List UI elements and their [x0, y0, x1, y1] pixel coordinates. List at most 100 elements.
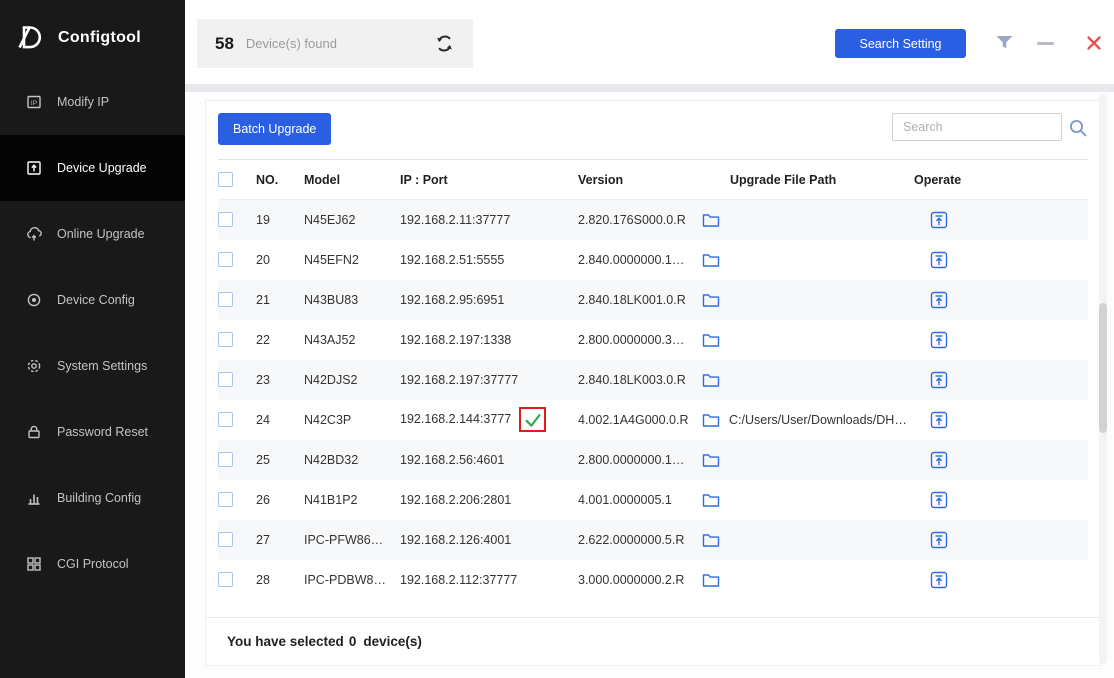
folder-icon[interactable] [702, 372, 720, 388]
sidebar-item-password-reset[interactable]: Password Reset [0, 399, 185, 465]
cell-operate [914, 200, 1088, 240]
selected-suffix: device(s) [363, 634, 422, 649]
cell-file-path [702, 360, 914, 400]
configtool-window: Configtool IP Modify IP Device Upgrade [0, 0, 1114, 678]
cell-version: 4.001.0000005.1 [578, 480, 702, 520]
table-row: 28IPC-PDBW8…192.168.2.112:377773.000.000… [218, 560, 1088, 600]
row-checkbox[interactable] [218, 532, 233, 547]
cell-version: 2.800.0000000.1… [578, 440, 702, 480]
col-ip-port: IP : Port [400, 160, 578, 200]
cell-no: 21 [256, 280, 304, 320]
row-checkbox[interactable] [218, 372, 233, 387]
refresh-icon[interactable] [434, 33, 455, 54]
cell-version: 2.820.176S000.0.R [578, 200, 702, 240]
minimize-icon[interactable] [1037, 42, 1054, 45]
card-toolbar: Batch Upgrade [206, 101, 1100, 159]
scrollbar-thumb[interactable] [1099, 303, 1107, 433]
sidebar-item-label: System Settings [57, 359, 147, 373]
cell-version: 3.000.0000000.2.R [578, 560, 702, 600]
search-setting-button[interactable]: Search Setting [835, 29, 966, 58]
folder-icon[interactable] [702, 412, 720, 428]
col-operate: Operate [914, 160, 1088, 200]
header-divider [185, 84, 1114, 92]
folder-icon[interactable] [702, 492, 720, 508]
folder-icon[interactable] [702, 452, 720, 468]
device-table-card: Batch Upgrade [205, 100, 1101, 666]
folder-icon[interactable] [702, 532, 720, 548]
cell-file-path [702, 480, 914, 520]
upload-icon[interactable] [930, 331, 948, 349]
upload-icon[interactable] [930, 571, 948, 589]
svg-text:IP: IP [31, 100, 37, 107]
cell-ip-port: 192.168.2.197:1338 [400, 320, 578, 360]
sidebar-item-label: Device Config [57, 293, 135, 307]
sidebar-item-online-upgrade[interactable]: Online Upgrade [0, 201, 185, 267]
table-row: 26N41B1P2192.168.2.206:28014.001.0000005… [218, 480, 1088, 520]
folder-icon[interactable] [702, 252, 720, 268]
selected-count: 0 [349, 634, 357, 649]
cell-ip-port: 192.168.2.51:5555 [400, 240, 578, 280]
sidebar: Configtool IP Modify IP Device Upgrade [0, 0, 185, 678]
cgi-protocol-icon [26, 556, 42, 572]
search-input[interactable] [892, 113, 1062, 141]
cell-operate [914, 360, 1088, 400]
cell-model: N41B1P2 [304, 480, 400, 520]
folder-icon[interactable] [702, 292, 720, 308]
cell-model: IPC-PDBW8… [304, 560, 400, 600]
sidebar-item-building-config[interactable]: Building Config [0, 465, 185, 531]
upload-icon[interactable] [930, 251, 948, 269]
upload-icon[interactable] [930, 211, 948, 229]
cell-version: 2.800.0000000.3… [578, 320, 702, 360]
row-checkbox[interactable] [218, 332, 233, 347]
folder-icon[interactable] [702, 212, 720, 228]
filter-icon[interactable] [995, 35, 1014, 50]
upload-icon[interactable] [930, 411, 948, 429]
cell-file-path [702, 520, 914, 560]
cell-version: 2.840.18LK003.0.R [578, 360, 702, 400]
table-row: 24N42C3P192.168.2.144:37774.002.1A4G000.… [218, 400, 1088, 440]
row-checkbox[interactable] [218, 292, 233, 307]
row-checkbox[interactable] [218, 492, 233, 507]
close-icon[interactable] [1086, 35, 1102, 51]
cell-operate [914, 400, 1088, 440]
select-all-cell [218, 160, 256, 200]
cell-file-path [702, 200, 914, 240]
folder-icon[interactable] [702, 332, 720, 348]
annotation-check-icon [519, 407, 546, 432]
upload-icon[interactable] [930, 371, 948, 389]
batch-upgrade-button[interactable]: Batch Upgrade [218, 113, 331, 145]
sidebar-item-cgi-protocol[interactable]: CGI Protocol [0, 531, 185, 597]
row-checkbox[interactable] [218, 212, 233, 227]
upload-icon[interactable] [930, 291, 948, 309]
upload-icon[interactable] [930, 491, 948, 509]
row-checkbox[interactable] [218, 452, 233, 467]
cell-version: 2.622.0000000.5.R [578, 520, 702, 560]
sidebar-item-device-upgrade[interactable]: Device Upgrade [0, 135, 185, 201]
cell-no: 26 [256, 480, 304, 520]
cell-file-path [702, 280, 914, 320]
select-all-checkbox[interactable] [218, 172, 233, 187]
sidebar-item-label: Device Upgrade [57, 161, 147, 175]
table-header-row: NO. Model IP : Port Version Upgrade File… [218, 160, 1088, 200]
row-checkbox[interactable] [218, 252, 233, 267]
upload-icon[interactable] [930, 451, 948, 469]
cell-ip-port: 192.168.2.126:4001 [400, 520, 578, 560]
sidebar-item-device-config[interactable]: Device Config [0, 267, 185, 333]
cell-operate [914, 560, 1088, 600]
col-upgrade-file-path: Upgrade File Path [702, 160, 914, 200]
row-checkbox-cell [218, 360, 256, 400]
row-checkbox[interactable] [218, 572, 233, 587]
row-checkbox[interactable] [218, 412, 233, 427]
cell-file-path [702, 560, 914, 600]
sidebar-item-system-settings[interactable]: System Settings [0, 333, 185, 399]
cell-no: 23 [256, 360, 304, 400]
cell-operate [914, 520, 1088, 560]
sidebar-item-modify-ip[interactable]: IP Modify IP [0, 69, 185, 135]
cell-ip-port: 192.168.2.56:4601 [400, 440, 578, 480]
logo-row: Configtool [0, 0, 185, 69]
folder-icon[interactable] [702, 572, 720, 588]
row-checkbox-cell [218, 480, 256, 520]
upload-icon[interactable] [930, 531, 948, 549]
col-no: NO. [256, 160, 304, 200]
search-icon[interactable] [1068, 118, 1088, 138]
